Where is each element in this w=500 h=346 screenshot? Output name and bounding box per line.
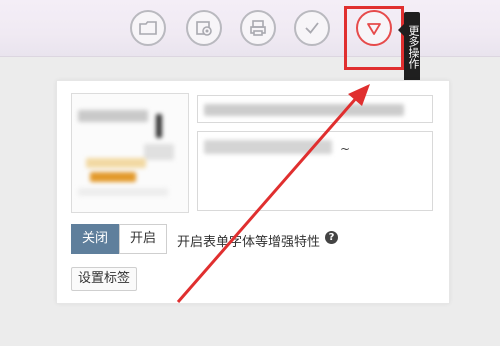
annotation-highlight-box: [344, 6, 404, 70]
folder-button[interactable]: [130, 10, 166, 46]
blurred-content: [86, 158, 146, 168]
blurred-content: [144, 144, 174, 160]
toggle-on-option[interactable]: 开启: [119, 224, 168, 254]
check-icon: [305, 22, 319, 34]
camera-folder-icon: [196, 21, 212, 36]
title-input[interactable]: [197, 95, 433, 123]
description-tail-text: ~: [340, 142, 351, 156]
blurred-content: [90, 172, 136, 182]
feature-toggle: 关闭 开启: [71, 224, 168, 254]
toggle-off-option[interactable]: 关闭: [71, 224, 120, 254]
folder-icon: [139, 21, 157, 35]
help-icon[interactable]: ?: [325, 231, 338, 244]
set-tags-button[interactable]: 设置标签: [71, 267, 138, 291]
printer-icon: [250, 20, 266, 36]
print-button[interactable]: [240, 10, 276, 46]
blurred-content: [204, 140, 332, 154]
camera-folder-button[interactable]: [186, 10, 222, 46]
feature-label: 开启表单字体等增强特性: [177, 235, 321, 250]
confirm-button[interactable]: [294, 10, 330, 46]
description-textarea[interactable]: ~: [197, 131, 433, 211]
blurred-content: [156, 114, 162, 138]
blurred-content: [78, 110, 148, 122]
more-actions-tooltip: 更多操作: [404, 12, 420, 82]
blurred-content: [204, 104, 404, 116]
image-preview[interactable]: [71, 93, 189, 213]
form-panel: ~ 关闭 开启 开启表单字体等增强特性 ? 设置标签: [56, 80, 450, 304]
top-toolbar: [0, 0, 500, 57]
blurred-content: [78, 188, 168, 196]
